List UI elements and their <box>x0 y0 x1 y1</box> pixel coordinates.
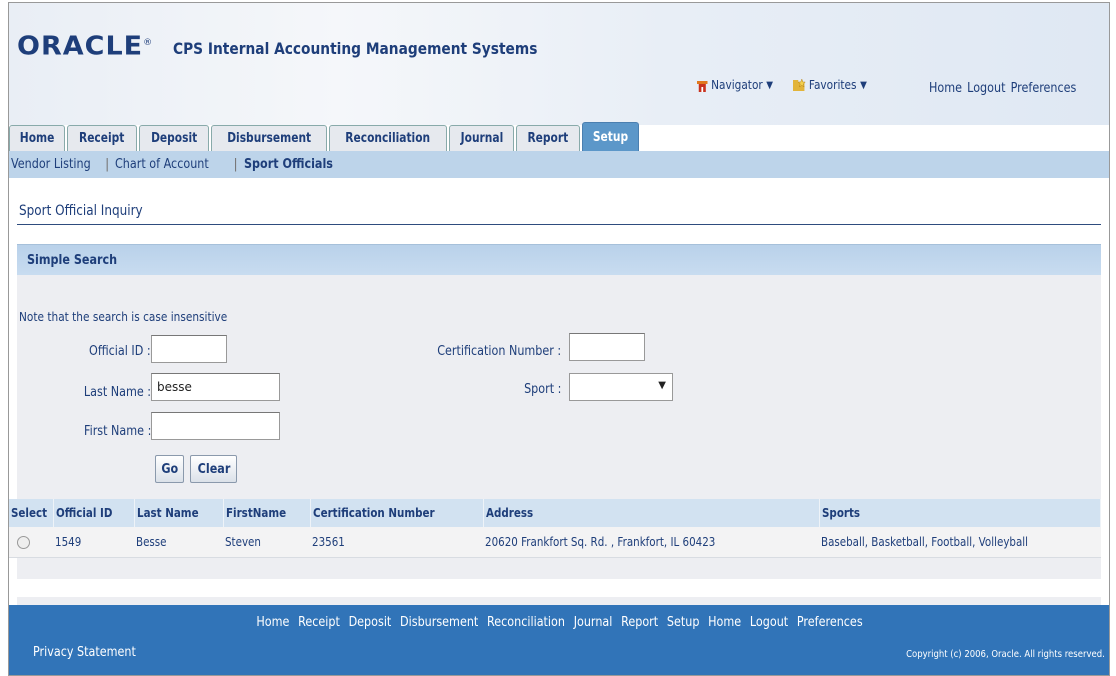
footer-link-logout[interactable]: Logout <box>749 615 787 630</box>
footer-link-preferences[interactable]: Preferences <box>796 615 862 630</box>
tab-deposit[interactable]: Deposit <box>138 125 209 151</box>
table-row: 1549 Besse Steven 23561 20620 Frankfort … <box>9 527 1101 558</box>
footer-link-journal[interactable]: Journal <box>573 615 612 630</box>
tab-reconciliation[interactable]: Reconciliation <box>329 125 447 151</box>
last-name-cell: Besse <box>134 527 224 558</box>
privacy-statement-link[interactable]: Privacy Statement <box>33 645 136 660</box>
footer-link-home[interactable]: Home <box>256 615 289 630</box>
official-id-cell: 1549 <box>53 527 135 558</box>
column-header: Certification Number <box>310 499 484 527</box>
footer-link-report[interactable]: Report <box>621 615 658 630</box>
footer-link-disbursement[interactable]: Disbursement <box>400 615 478 630</box>
app-window: ORACLE® CPS Internal Accounting Manageme… <box>8 2 1110 676</box>
tab-home[interactable]: Home <box>9 125 66 151</box>
chevron-down-icon: ▼ <box>860 79 867 91</box>
certification-number-input[interactable] <box>569 333 645 361</box>
results-table: Select Official ID Last Name FirstName C… <box>9 499 1102 558</box>
footer-link-setup[interactable]: Setup <box>666 615 699 630</box>
global-links: Home Logout Preferences <box>929 81 1076 96</box>
sport-label: Sport : <box>523 382 561 397</box>
footer-link-reconciliation[interactable]: Reconciliation <box>487 615 565 630</box>
first-name-label: First Name : <box>83 424 151 439</box>
footer-link-receipt[interactable]: Receipt <box>298 615 340 630</box>
navigator-label: Navigator <box>711 78 763 92</box>
divider: | <box>105 157 110 172</box>
home-icon <box>697 80 708 92</box>
column-header: Official ID <box>53 499 135 527</box>
divider <box>17 224 1101 225</box>
first-name-input[interactable] <box>151 412 280 440</box>
footer-link-deposit[interactable]: Deposit <box>348 615 391 630</box>
sub-navigation: Vendor Listing | Chart of Account | Spor… <box>9 151 1109 178</box>
favorites-label: Favorites <box>808 78 857 92</box>
subnav-chart-of-account[interactable]: Chart of Account <box>115 157 211 172</box>
last-name-label: Last Name : <box>83 385 151 400</box>
favorites-icon <box>793 78 806 91</box>
clear-button[interactable]: Clear <box>190 455 237 483</box>
search-panel-header: Simple Search <box>17 244 1101 275</box>
subnav-vendor-listing[interactable]: Vendor Listing <box>11 157 91 172</box>
column-header: FirstName <box>223 499 311 527</box>
preferences-link[interactable]: Preferences <box>1011 81 1077 96</box>
certification-number-label: Certification Number : <box>436 344 561 359</box>
official-id-input[interactable] <box>151 335 227 363</box>
tab-report[interactable]: Report <box>516 125 581 151</box>
tab-receipt[interactable]: Receipt <box>67 125 137 151</box>
select-radio[interactable] <box>17 536 30 549</box>
tab-journal[interactable]: Journal <box>448 125 515 151</box>
app-title: CPS Internal Accounting Management Syste… <box>173 39 538 58</box>
sports-cell: Baseball, Basketball, Football, Volleyba… <box>819 527 1101 558</box>
main-tabs: Home Receipt Deposit Disbursement Reconc… <box>9 121 641 151</box>
tab-setup[interactable]: Setup <box>582 122 640 151</box>
subnav-sport-officials[interactable]: Sport Officials <box>244 157 333 172</box>
first-name-cell: Steven <box>223 527 311 558</box>
page-header: ORACLE® CPS Internal Accounting Manageme… <box>9 3 1109 125</box>
certification-number-cell: 23561 <box>310 527 484 558</box>
address-cell: 20620 Frankfort Sq. Rd. , Frankfort, IL … <box>483 527 820 558</box>
logout-link[interactable]: Logout <box>967 81 1005 96</box>
chevron-down-icon: ▼ <box>658 380 666 391</box>
column-header: Last Name <box>134 499 224 527</box>
column-header: Select <box>9 499 54 527</box>
select-cell <box>9 527 54 558</box>
oracle-logo: ORACLE® <box>17 31 154 62</box>
go-button[interactable]: Go <box>155 455 184 483</box>
page-title: Sport Official Inquiry <box>19 203 143 219</box>
tab-disbursement[interactable]: Disbursement <box>210 125 328 151</box>
footer-link-home-2[interactable]: Home <box>708 615 741 630</box>
divider: | <box>233 157 238 172</box>
column-header: Address <box>483 499 820 527</box>
page-footer: Home Receipt Deposit Disbursement Reconc… <box>9 605 1109 675</box>
sport-select[interactable]: ▼ <box>569 373 673 401</box>
spacer <box>9 579 1109 597</box>
favorites-menu[interactable]: Favorites ▼ <box>793 78 867 92</box>
column-header: Sports <box>819 499 1102 527</box>
copyright-text: Copyright (c) 2006, Oracle. All rights r… <box>906 649 1105 660</box>
chevron-down-icon: ▼ <box>766 79 774 91</box>
home-link[interactable]: Home <box>929 81 962 96</box>
table-header-row: Select Official ID Last Name FirstName C… <box>9 499 1102 527</box>
last-name-input[interactable]: besse <box>151 373 280 401</box>
search-note: Note that the search is case insensitive <box>19 310 228 324</box>
official-id-label: Official ID : <box>89 344 151 359</box>
navigator-menu[interactable]: Navigator ▼ <box>697 78 773 92</box>
footer-links: Home Receipt Deposit Disbursement Reconc… <box>9 615 1109 630</box>
